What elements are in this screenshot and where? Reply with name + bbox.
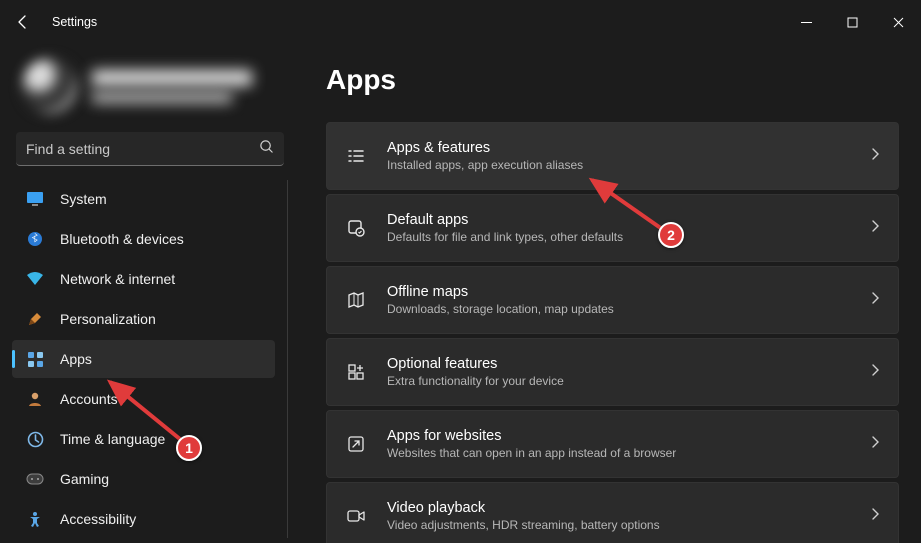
- sidebar-item-gaming[interactable]: Gaming: [12, 460, 275, 498]
- minimize-button[interactable]: [783, 6, 829, 38]
- profile-email: [92, 92, 232, 103]
- map-icon: [345, 290, 367, 310]
- maximize-button[interactable]: [829, 6, 875, 38]
- card-apps-features[interactable]: Apps & features Installed apps, app exec…: [326, 122, 899, 190]
- card-title: Apps & features: [387, 140, 850, 156]
- optional-icon: [345, 362, 367, 382]
- gaming-icon: [26, 470, 44, 488]
- search-box[interactable]: [16, 132, 284, 166]
- card-sub: Video adjustments, HDR streaming, batter…: [387, 518, 850, 532]
- chevron-right-icon: [870, 363, 880, 382]
- chevron-right-icon: [870, 507, 880, 526]
- accessibility-icon: [26, 510, 44, 528]
- sidebar-item-label: Apps: [60, 351, 92, 367]
- chevron-right-icon: [870, 435, 880, 454]
- card-sub: Downloads, storage location, map updates: [387, 302, 850, 316]
- close-button[interactable]: [875, 6, 921, 38]
- profile-name: [92, 70, 252, 86]
- system-icon: [26, 190, 44, 208]
- sidebar-item-time-language[interactable]: Time & language: [12, 420, 275, 458]
- sidebar-item-accessibility[interactable]: Accessibility: [12, 500, 275, 538]
- card-sub: Websites that can open in an app instead…: [387, 446, 850, 460]
- card-title: Optional features: [387, 356, 850, 372]
- bluetooth-icon: [26, 230, 44, 248]
- card-title: Offline maps: [387, 284, 850, 300]
- sidebar-item-bluetooth[interactable]: Bluetooth & devices: [12, 220, 275, 258]
- websites-icon: [345, 434, 367, 454]
- sidebar-item-personalization[interactable]: Personalization: [12, 300, 275, 338]
- sidebar-item-label: System: [60, 191, 107, 207]
- chevron-right-icon: [870, 147, 880, 166]
- sidebar-item-apps[interactable]: Apps: [12, 340, 275, 378]
- card-title: Default apps: [387, 212, 850, 228]
- search-icon: [259, 139, 274, 159]
- settings-cards: Apps & features Installed apps, app exec…: [326, 122, 899, 543]
- sidebar-item-label: Gaming: [60, 471, 109, 487]
- chevron-right-icon: [870, 291, 880, 310]
- card-sub: Defaults for file and link types, other …: [387, 230, 850, 244]
- card-apps-websites[interactable]: Apps for websites Websites that can open…: [326, 410, 899, 478]
- page-title: Apps: [326, 64, 899, 96]
- sidebar-item-label: Accessibility: [60, 511, 136, 527]
- window-title: Settings: [52, 15, 97, 29]
- apps-icon: [26, 350, 44, 368]
- card-sub: Extra functionality for your device: [387, 374, 850, 388]
- avatar: [22, 58, 78, 114]
- accounts-icon: [26, 390, 44, 408]
- card-optional-features[interactable]: Optional features Extra functionality fo…: [326, 338, 899, 406]
- video-icon: [345, 506, 367, 526]
- default-apps-icon: [345, 218, 367, 238]
- annotation-marker-1: 1: [176, 435, 202, 461]
- card-title: Video playback: [387, 500, 850, 516]
- card-default-apps[interactable]: Default apps Defaults for file and link …: [326, 194, 899, 262]
- titlebar: Settings: [0, 0, 921, 44]
- profile-block[interactable]: [22, 58, 284, 114]
- network-icon: [26, 270, 44, 288]
- card-video-playback[interactable]: Video playback Video adjustments, HDR st…: [326, 482, 899, 543]
- sidebar-item-network[interactable]: Network & internet: [12, 260, 275, 298]
- sidebar-nav: System Bluetooth & devices Network & int…: [12, 180, 288, 538]
- sidebar-item-label: Network & internet: [60, 271, 175, 287]
- back-button[interactable]: [10, 9, 36, 35]
- sidebar-item-label: Accounts: [60, 391, 118, 407]
- sidebar-item-label: Bluetooth & devices: [60, 231, 184, 247]
- card-offline-maps[interactable]: Offline maps Downloads, storage location…: [326, 266, 899, 334]
- time-icon: [26, 430, 44, 448]
- card-sub: Installed apps, app execution aliases: [387, 158, 850, 172]
- sidebar: System Bluetooth & devices Network & int…: [0, 44, 300, 543]
- list-icon: [345, 146, 367, 166]
- personalization-icon: [26, 310, 44, 328]
- sidebar-item-label: Time & language: [60, 431, 165, 447]
- card-title: Apps for websites: [387, 428, 850, 444]
- sidebar-item-accounts[interactable]: Accounts: [12, 380, 275, 418]
- chevron-right-icon: [870, 219, 880, 238]
- sidebar-item-label: Personalization: [60, 311, 156, 327]
- sidebar-item-system[interactable]: System: [12, 180, 275, 218]
- search-input[interactable]: [26, 141, 259, 157]
- main-content: Apps Apps & features Installed apps, app…: [300, 44, 921, 543]
- annotation-marker-2: 2: [658, 222, 684, 248]
